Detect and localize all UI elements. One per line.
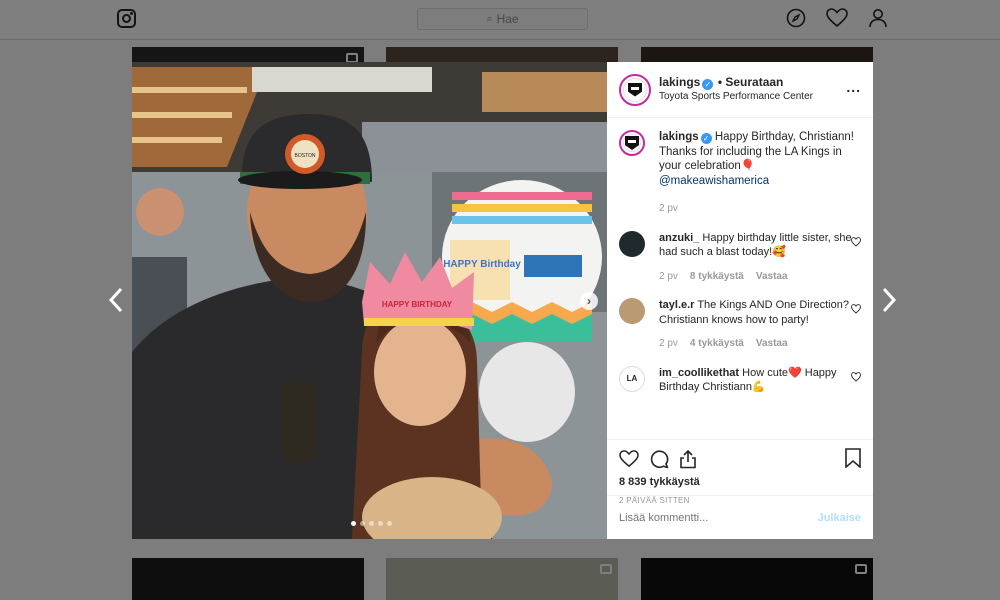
mention-link[interactable]: @makeawishamerica	[659, 175, 769, 187]
carousel-dot	[351, 521, 356, 526]
comment-likes[interactable]: 4 tykkäystä	[690, 337, 744, 352]
cap-patch-text: BOSTON	[294, 153, 315, 159]
carousel-next-button[interactable]: ›	[580, 292, 598, 310]
post-photo[interactable]: BOSTON HAPPY BIRTHDAY HAPPY Birthday ›	[132, 62, 607, 539]
post-location[interactable]: Toyota Sports Performance Center	[659, 90, 813, 104]
like-heart-icon[interactable]	[619, 450, 639, 468]
caption-time[interactable]: 2 pv	[659, 202, 678, 217]
reply-button[interactable]: Vastaa	[756, 337, 788, 352]
next-post-arrow-icon[interactable]	[879, 285, 899, 315]
avatar[interactable]	[619, 73, 651, 106]
publish-button[interactable]: Julkaise	[818, 512, 861, 524]
comment-like-icon[interactable]	[851, 304, 861, 314]
reply-button[interactable]: Vastaa	[756, 270, 788, 285]
caption: lakings ✓ Happy Birthday, Christiann! Tha…	[619, 130, 861, 217]
carousel-dot	[378, 521, 383, 526]
add-comment-input[interactable]	[619, 511, 799, 524]
comment-time[interactable]: 2 pv	[659, 270, 678, 285]
comment-item: LA im_coollikethat How cute❤️ Happy Birt…	[619, 365, 861, 395]
la-kings-crest-icon	[625, 136, 639, 150]
previous-post-arrow-icon[interactable]	[106, 285, 126, 315]
post-sidebar: lakings ✓ • Seurataan Toyota Sports Perfo…	[607, 62, 873, 539]
comment-bubble-icon[interactable]	[649, 449, 669, 469]
more-options-icon[interactable]: ...	[846, 80, 861, 94]
verified-badge-icon: ✓	[700, 133, 712, 144]
avatar[interactable]	[619, 130, 645, 156]
bookmark-icon[interactable]	[845, 448, 861, 468]
comment-like-icon[interactable]	[851, 371, 861, 382]
post-actions: 8 839 tykkäystä 2 PÄIVÄÄ SITTEN Julkaise	[607, 439, 873, 539]
avatar[interactable]	[619, 298, 645, 324]
carousel-dot	[387, 521, 392, 526]
avatar[interactable]	[619, 230, 645, 257]
balloon-emoji: 🎈	[740, 160, 756, 172]
comment-username[interactable]: im_coollikethat	[659, 367, 739, 379]
comment-like-icon[interactable]	[851, 236, 861, 247]
comment-item: anzuki_ Happy birthday little sister, sh…	[619, 230, 861, 285]
carousel-dots	[351, 521, 392, 526]
share-icon[interactable]	[679, 449, 697, 469]
follow-status-button[interactable]: Seurataan	[725, 75, 783, 89]
comment-username[interactable]: tayl.e.r	[659, 299, 694, 311]
comment-time[interactable]: 2 pv	[659, 337, 678, 352]
carousel-dot	[369, 521, 374, 526]
likes-count[interactable]: 8 839 tykkäystä	[619, 476, 861, 488]
comment-username[interactable]: anzuki_	[659, 232, 699, 244]
comment-likes[interactable]: 8 tykkäystä	[690, 270, 744, 285]
avatar[interactable]: LA	[619, 365, 645, 392]
la-kings-crest-icon	[628, 82, 642, 97]
add-comment-bar: Julkaise	[607, 495, 873, 539]
post-username[interactable]: lakings	[659, 75, 700, 89]
verified-badge-icon: ✓	[702, 79, 714, 90]
caption-username[interactable]: lakings	[659, 131, 699, 143]
comment-item: tayl.e.r The Kings AND One Direction? Ch…	[619, 298, 861, 352]
crown-text: HAPPY BIRTHDAY	[382, 300, 453, 309]
balloon-text: HAPPY Birthday	[443, 259, 521, 270]
comments-list: lakings ✓ Happy Birthday, Christiann! Tha…	[607, 118, 873, 439]
post-modal: BOSTON HAPPY BIRTHDAY HAPPY Birthday › l…	[132, 62, 873, 539]
photo-illustration: BOSTON HAPPY BIRTHDAY HAPPY Birthday	[132, 62, 607, 539]
post-header: lakings ✓ • Seurataan Toyota Sports Perfo…	[607, 62, 873, 118]
carousel-dot	[360, 521, 365, 526]
